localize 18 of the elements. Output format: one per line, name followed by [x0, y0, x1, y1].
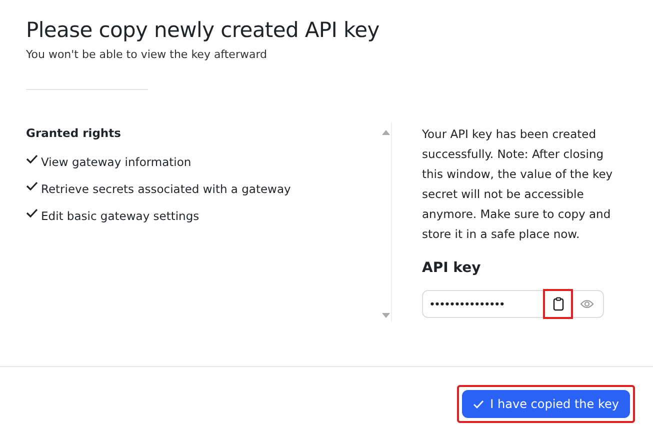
api-key-field[interactable]: •••••••••••••••	[422, 290, 604, 318]
confirm-button[interactable]: I have copied the key	[462, 390, 630, 418]
scroll-up-icon[interactable]	[382, 130, 390, 135]
scroll-down-icon[interactable]	[382, 313, 390, 318]
section-heading: Granted rights	[26, 126, 122, 140]
permission-label: Retrieve secrets associated with a gateway	[41, 182, 291, 196]
dialog-title: Please copy newly created API key	[26, 18, 380, 42]
eye-icon	[580, 299, 594, 309]
permission-label: View gateway information	[41, 155, 192, 169]
clipboard-icon	[552, 297, 564, 311]
copy-button[interactable]	[545, 291, 571, 317]
dialog-subtitle: You won't be able to view the key afterward	[26, 48, 268, 61]
permission-label: Edit basic gateway settings	[41, 209, 200, 223]
masked-key-value: •••••••••••••••	[429, 298, 505, 310]
scrollbar[interactable]	[380, 122, 392, 322]
field-label: API key	[422, 260, 482, 276]
checkmark-icon	[473, 400, 484, 408]
notice-text: Your API key has been created successfully. Note: After closing this window, the value of the key secret will not be accessible anymore. Make sure to copy and store it in a safe place now.	[422, 126, 614, 243]
